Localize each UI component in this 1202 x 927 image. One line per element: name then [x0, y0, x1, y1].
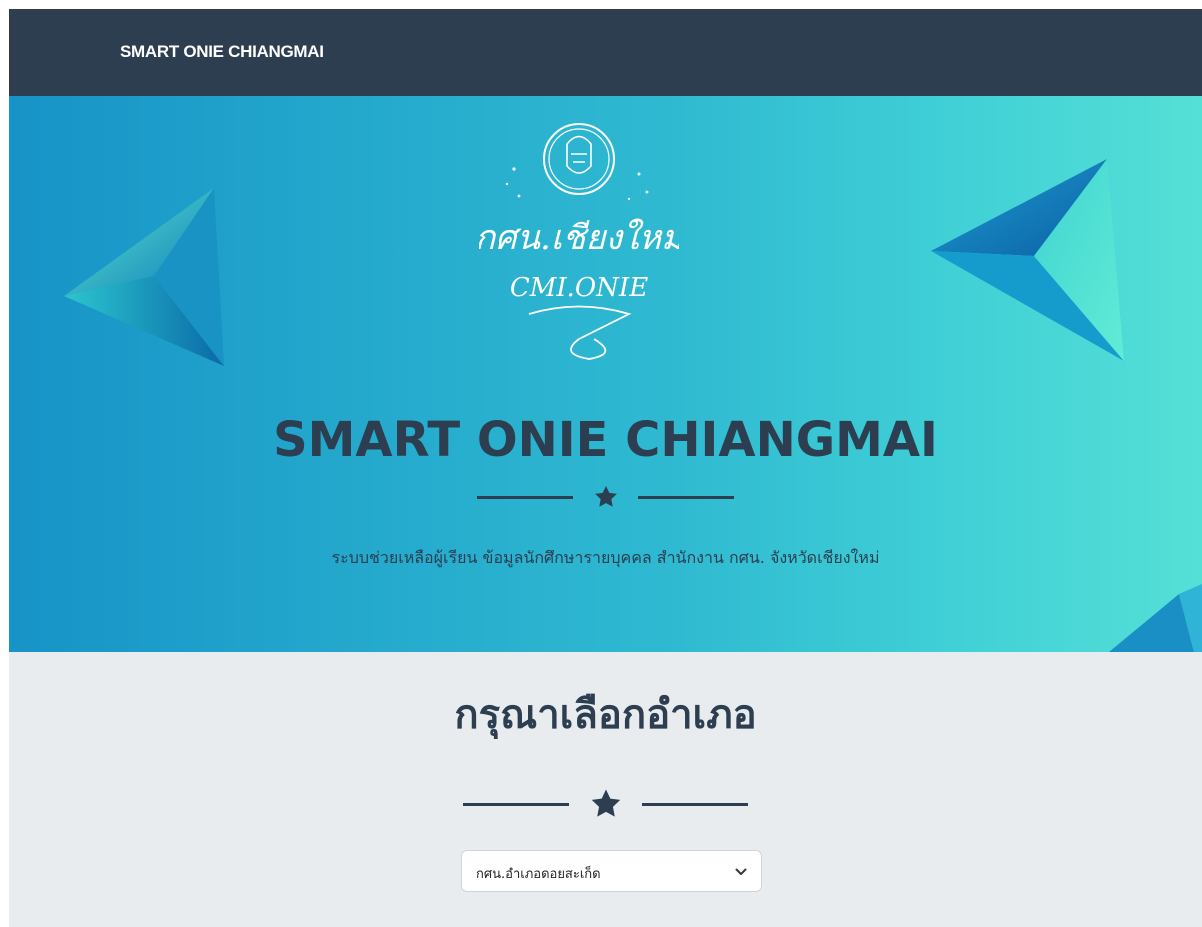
- left-triangle-decoration: [64, 188, 224, 366]
- hero-divider: [9, 484, 1202, 514]
- star-icon: [594, 485, 617, 507]
- navbar-brand[interactable]: SMART ONIE CHIANGMAI: [120, 42, 324, 62]
- svg-text:กศน.เชียงใหม่: กศน.เชียงใหม่: [479, 218, 679, 258]
- corner-triangle-decoration: [1109, 584, 1202, 652]
- divider-line-left: [477, 495, 574, 499]
- onie-chiangmai-logo: กศน.เชียงใหม่ CMI.ONIE: [479, 123, 679, 360]
- right-triangle-decoration: [931, 159, 1124, 361]
- hero-section: กศน.เชียงใหม่ CMI.ONIE SMART ONIE CHIANG…: [9, 96, 1202, 652]
- divider-line-right: [641, 802, 748, 806]
- district-section: กรุณาเลือกอำเภอ กศน.อำเภอดอยสะเก็ด: [9, 652, 1202, 927]
- divider-line-left: [463, 802, 570, 806]
- district-heading: กรุณาเลือกอำเภอ: [454, 692, 757, 738]
- district-select-value: กศน.อำเภอดอยสะเก็ด: [476, 867, 601, 882]
- page: SMART ONIE CHIANGMAI กศน.เชียงใหม่ CMI.O…: [9, 9, 1202, 927]
- district-select[interactable]: กศน.อำเภอดอยสะเก็ด: [461, 850, 762, 892]
- hero-subtitle: ระบบช่วยเหลือผู้เรียน ข้อมูลนักศึกษารายบ…: [331, 548, 880, 567]
- divider-line-right: [637, 495, 734, 499]
- district-divider: [9, 787, 1202, 817]
- hero-title: SMART ONIE CHIANGMAI: [273, 412, 938, 468]
- svg-text:CMI.ONIE: CMI.ONIE: [510, 273, 648, 303]
- chevron-down-icon: [735, 868, 747, 875]
- star-icon: [591, 789, 620, 817]
- navbar: SMART ONIE CHIANGMAI: [9, 9, 1202, 96]
